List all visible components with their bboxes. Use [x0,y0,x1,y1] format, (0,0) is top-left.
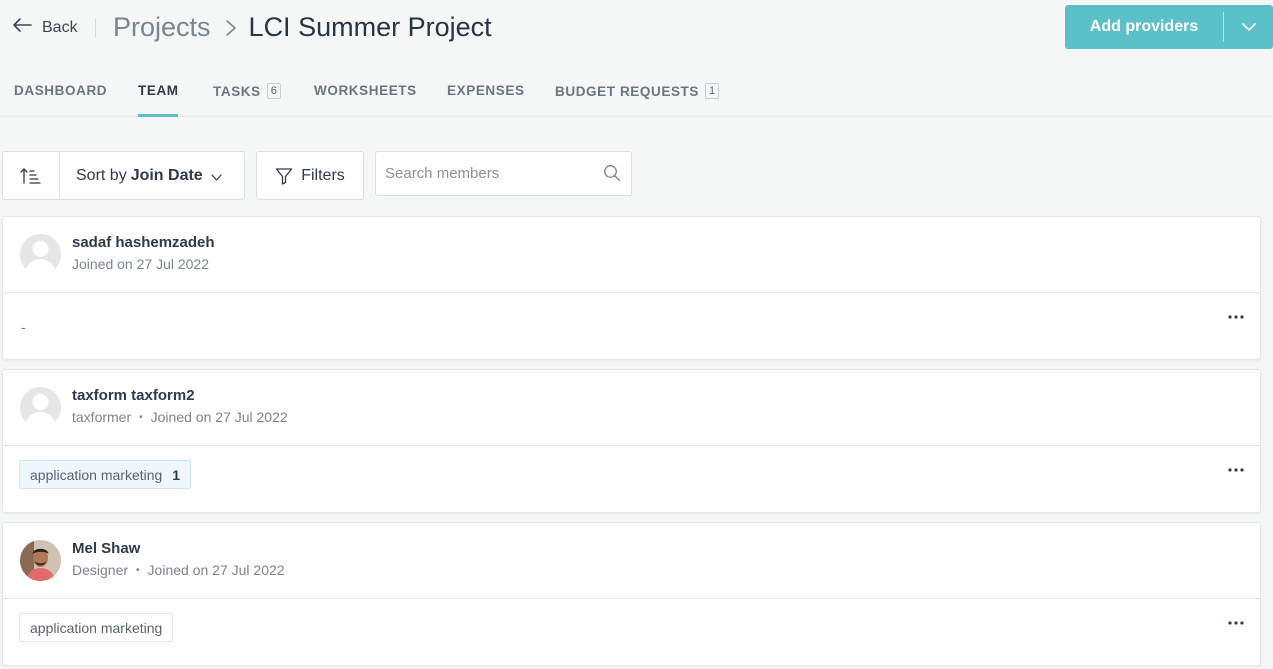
search-members-input[interactable] [376,152,596,195]
photo-avatar [20,540,61,581]
member-tags-empty: - [21,319,26,335]
member-card: Mel Shaw Designer • Joined on 27 Jul 202… [2,522,1261,666]
page-header: Back Projects LCI Summer Project Add pro… [0,0,1273,60]
member-joined-date: Joined on 27 Jul 2022 [147,562,285,578]
tab-dashboard[interactable]: DASHBOARD [14,83,107,98]
member-name[interactable]: Mel Shaw [72,540,140,557]
ellipsis-icon [1228,468,1244,472]
tab-label: BUDGET REQUESTS [555,83,700,99]
more-options-button[interactable] [1228,315,1246,321]
member-card-header: taxform taxform2 taxformer • Joined on 2… [3,370,1260,446]
filter-icon [276,167,293,185]
tab-team[interactable]: TEAM [138,83,179,98]
member-card-body: application marketing [3,599,1260,665]
member-meta: Joined on 27 Jul 2022 [72,256,209,272]
tab-expenses[interactable]: EXPENSES [447,83,525,98]
member-card-body: - [3,293,1260,359]
member-card: sadaf hashemzadeh Joined on 27 Jul 2022 … [2,216,1261,360]
skill-tag[interactable]: application marketing 1 [19,460,192,489]
project-tabs: DASHBOARD TEAM TASKS 6 WORKSHEETS EXPENS… [0,70,1273,117]
tab-label: TEAM [138,83,179,98]
placeholder-avatar-icon [20,387,61,428]
member-card-header: Mel Shaw Designer • Joined on 27 Jul 202… [3,523,1260,599]
add-providers-button-group: Add providers [1065,5,1273,49]
tab-label: DASHBOARD [14,83,108,98]
tab-count-badge: 6 [266,83,281,99]
back-button[interactable]: Back [12,17,78,38]
sort-ascending-icon [20,167,41,184]
back-label: Back [42,18,78,36]
member-role: Designer [72,562,129,578]
tab-label: WORKSHEETS [314,83,417,98]
filters-label: Filters [301,166,345,184]
tab-tasks[interactable]: TASKS 6 [213,83,281,99]
separator-dot: • [136,564,140,576]
chevron-down-icon [1241,22,1256,31]
member-name[interactable]: sadaf hashemzadeh [72,234,215,251]
add-providers-dropdown-toggle[interactable] [1224,22,1273,32]
tab-label: TASKS [213,83,261,99]
sort-by-value: Join Date [130,166,203,184]
separator-dot: • [139,411,143,423]
sort-direction-button[interactable] [3,152,60,199]
tab-label: EXPENSES [447,83,525,98]
member-meta: Designer • Joined on 27 Jul 2022 [72,562,285,578]
filters-button[interactable]: Filters [256,151,364,200]
member-card-body: application marketing 1 [3,446,1260,512]
chevron-right-icon [225,19,237,37]
skill-tag[interactable]: application marketing [19,613,174,642]
member-meta: taxformer • Joined on 27 Jul 2022 [72,409,288,425]
member-joined-date: Joined on 27 Jul 2022 [150,409,288,425]
ellipsis-icon [1228,621,1244,625]
page-title: LCI Summer Project [248,12,492,42]
breadcrumb: Projects LCI Summer Project [113,12,492,43]
ellipsis-icon [1228,315,1244,319]
member-role: taxformer [72,409,132,425]
member-card-header: sadaf hashemzadeh Joined on 27 Jul 2022 [3,217,1260,293]
sort-control: Sort by Join Date [2,151,245,200]
placeholder-avatar-icon [20,234,61,275]
tab-count-badge: 1 [705,83,720,99]
breadcrumb-projects-link[interactable]: Projects [113,12,211,43]
tag-label: application marketing [30,466,163,483]
sort-by-dropdown[interactable]: Sort by Join Date [60,152,244,199]
chevron-down-icon [211,174,222,181]
tag-count: 1 [172,466,181,483]
tab-budget-requests[interactable]: BUDGET REQUESTS 1 [555,83,720,99]
arrow-left-icon [12,17,32,38]
tab-worksheets[interactable]: WORKSHEETS [314,83,417,98]
header-divider [95,18,96,38]
active-tab-indicator [138,114,178,117]
search-box [375,151,632,196]
member-card: taxform taxform2 taxformer • Joined on 2… [2,369,1261,513]
more-options-button[interactable] [1228,621,1246,627]
sort-by-prefix: Sort by [76,166,127,184]
add-providers-button[interactable]: Add providers [1065,18,1223,36]
tag-label: application marketing [30,619,163,636]
member-name[interactable]: taxform taxform2 [72,387,195,404]
search-icon[interactable] [603,164,621,182]
member-joined-date: Joined on 27 Jul 2022 [72,256,209,272]
more-options-button[interactable] [1228,468,1246,474]
